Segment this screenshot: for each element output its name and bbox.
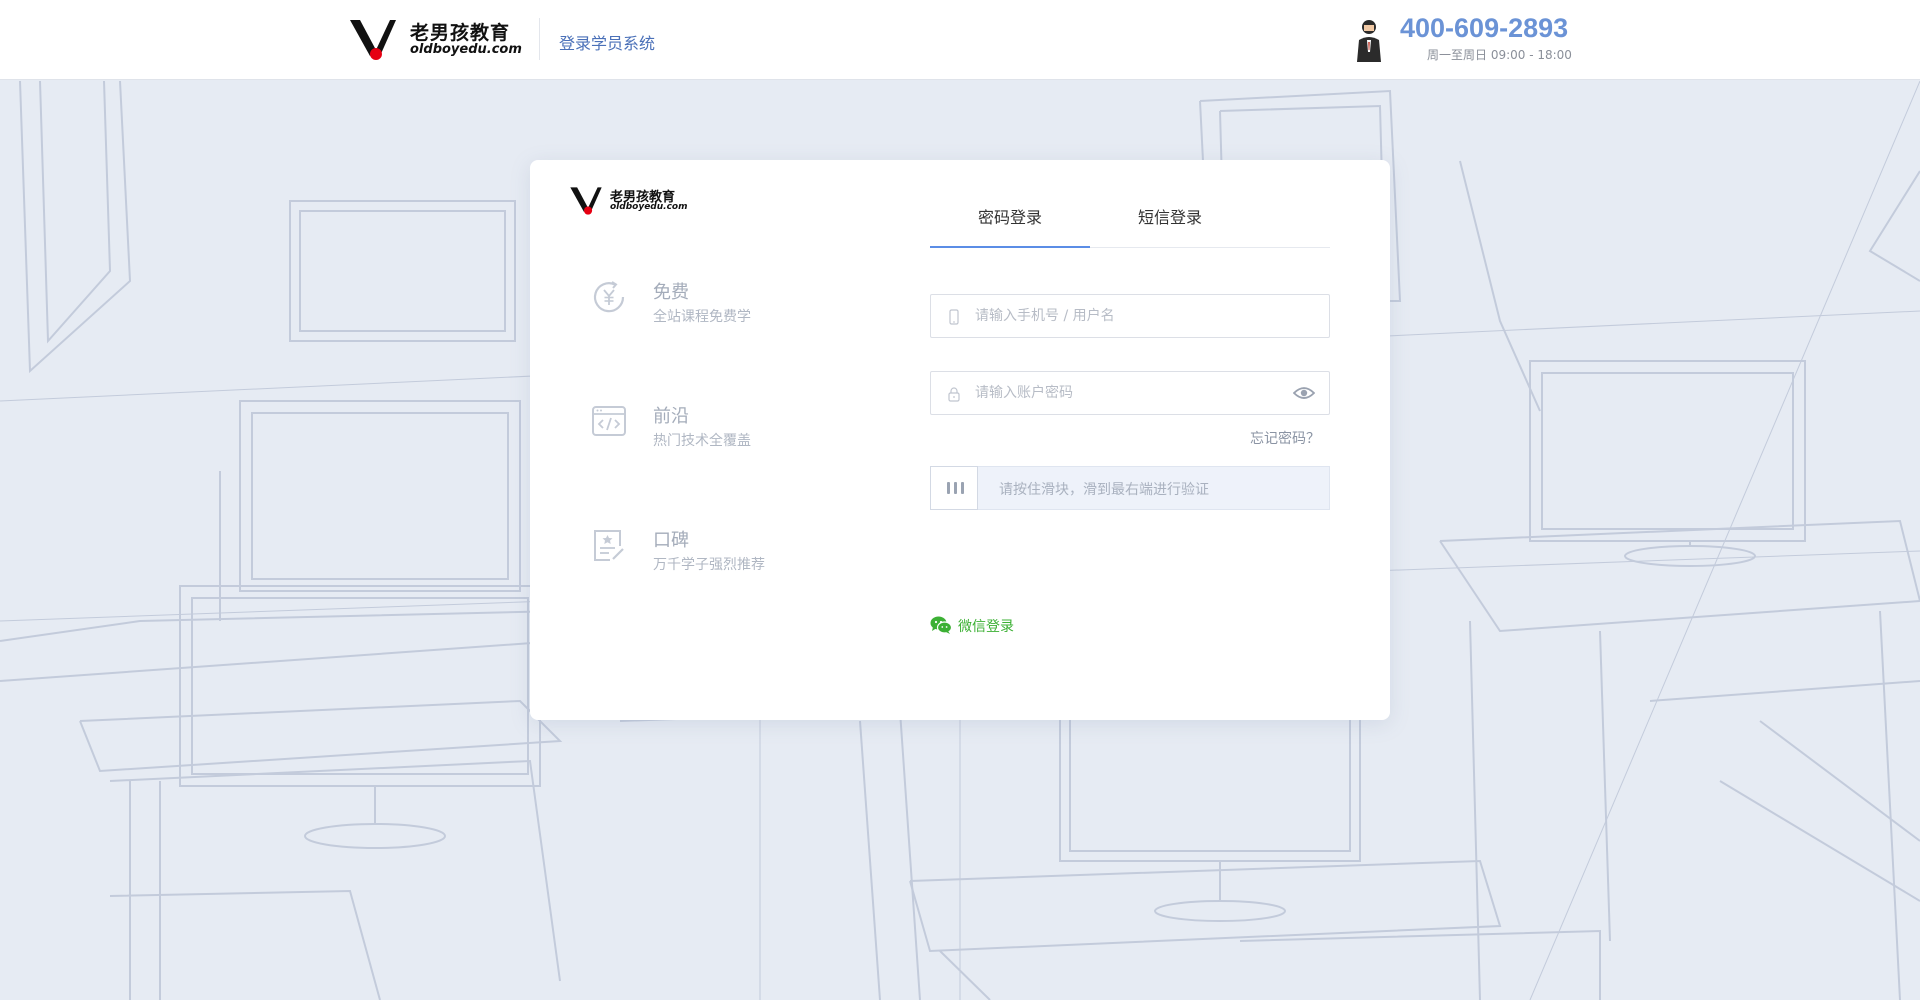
- logo-mark-icon: [350, 20, 396, 60]
- password-input[interactable]: [975, 372, 1275, 414]
- hotline-number: 400-609-2893: [1400, 13, 1569, 43]
- top-header: 老男孩教育 oldboyedu.com 登录学员系统 400-609-2893 …: [0, 0, 1920, 80]
- logo-brand-cn: 老男孩教育: [410, 22, 511, 44]
- certificate-icon: [594, 530, 624, 561]
- slider-captcha[interactable]: 请按住滑块，滑到最右端进行验证: [930, 466, 1330, 510]
- feature-frontier: 前沿 热门技术全覆盖: [590, 402, 810, 462]
- login-card: 老男孩教育 oldboyedu.com 免费 全站课程免费学 前沿 热门技术全覆…: [530, 160, 1390, 720]
- header-divider: [539, 18, 540, 60]
- support-agent-icon: [1357, 20, 1381, 62]
- wechat-login-label: 微信登录: [958, 619, 1014, 635]
- site-logo[interactable]: 老男孩教育 oldboyedu.com: [350, 18, 522, 62]
- system-title: 登录学员系统: [559, 34, 656, 53]
- card-brand-en: oldboyedu.com: [610, 202, 688, 212]
- forgot-password-link[interactable]: 忘记密码？: [1250, 428, 1320, 448]
- lock-icon: [948, 387, 960, 402]
- feature-desc: 热门技术全覆盖: [653, 433, 751, 449]
- feature-desc: 万千学子强烈推荐: [653, 557, 765, 573]
- yen-icon: [593, 281, 625, 313]
- feature-reputation: 口碑 万千学子强烈推荐: [590, 526, 810, 586]
- password-field: [930, 371, 1330, 415]
- feature-title: 前沿: [653, 406, 689, 427]
- card-logo: 老男孩教育 oldboyedu.com: [570, 186, 690, 218]
- slider-handle[interactable]: [930, 466, 978, 510]
- username-input[interactable]: [975, 295, 1275, 337]
- phone-icon: [949, 309, 959, 325]
- slider-hint: 请按住滑块，滑到最右端进行验证: [999, 482, 1209, 498]
- code-icon: [592, 406, 626, 436]
- tab-sms-login[interactable]: 短信登录: [1090, 206, 1250, 248]
- active-tab-indicator: [930, 246, 1090, 248]
- card-logo-mark-icon: [570, 187, 602, 215]
- eye-icon[interactable]: [1293, 385, 1315, 401]
- username-field: [930, 294, 1330, 338]
- logo-brand-en: oldboyedu.com: [410, 42, 522, 57]
- login-tabs: 密码登录 短信登录: [930, 200, 1330, 248]
- tab-password-login[interactable]: 密码登录: [930, 206, 1090, 248]
- feature-title: 口碑: [653, 530, 689, 551]
- service-hours: 周一至周日 09:00 - 18:00: [1427, 48, 1572, 62]
- feature-title: 免费: [653, 282, 689, 303]
- feature-desc: 全站课程免费学: [653, 309, 751, 325]
- wechat-icon: [930, 616, 952, 634]
- feature-free: 免费 全站课程免费学: [590, 278, 810, 338]
